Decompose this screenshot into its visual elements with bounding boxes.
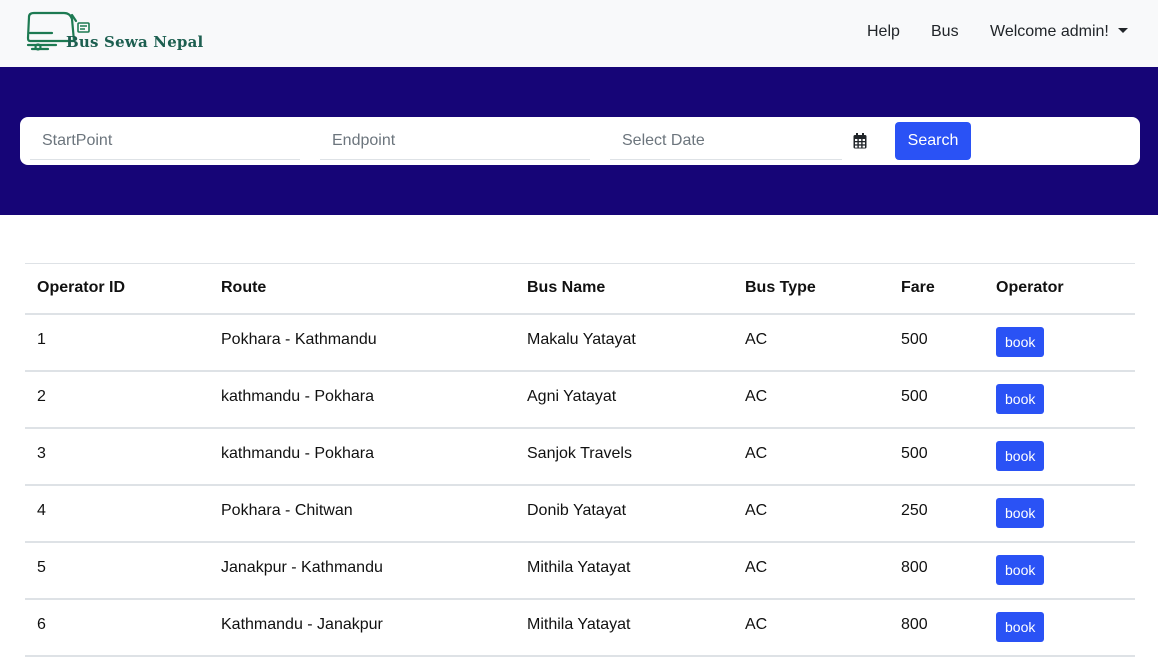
header-bus-name: Bus Name <box>527 279 606 297</box>
cell-bus-type: AC <box>745 558 768 576</box>
header-route: Route <box>221 279 267 297</box>
cell-bus-name: Sanjok Travels <box>527 444 632 462</box>
cell-operator: book <box>984 485 1135 542</box>
nav-link-bus[interactable]: Bus <box>931 22 959 42</box>
cell-id: 6 <box>37 615 46 633</box>
caret-down-icon <box>1117 28 1128 33</box>
calendar-icon[interactable] <box>853 133 867 149</box>
cell-bus-type: AC <box>745 387 768 405</box>
table-row: 3 kathmandu - Pokhara Sanjok Travels AC … <box>25 428 1135 485</box>
start-point-input[interactable] <box>30 122 300 160</box>
cell-fare: 800 <box>901 615 928 633</box>
bus-table: Operator ID Route Bus Name Bus Type Fare… <box>25 263 1135 657</box>
table-row: 5 Janakpur - Kathmandu Mithila Yatayat A… <box>25 542 1135 599</box>
book-button[interactable]: book <box>996 326 1045 357</box>
book-button[interactable]: book <box>996 440 1045 471</box>
table-row: 2 kathmandu - Pokhara Agni Yatayat AC 50… <box>25 371 1135 428</box>
book-button[interactable]: book <box>996 554 1045 585</box>
cell-id: 4 <box>37 501 46 519</box>
cell-route: kathmandu - Pokhara <box>221 444 374 462</box>
cell-id: 5 <box>37 558 46 576</box>
cell-fare: 500 <box>901 330 928 348</box>
end-point-input[interactable] <box>320 122 590 160</box>
cell-operator: book <box>984 599 1135 656</box>
cell-operator: book <box>984 428 1135 485</box>
cell-operator: book <box>984 542 1135 599</box>
cell-operator: book <box>984 371 1135 428</box>
cell-route: Pokhara - Kathmandu <box>221 330 377 348</box>
cell-route: kathmandu - Pokhara <box>221 387 374 405</box>
cell-bus-name: Mithila Yatayat <box>527 558 631 576</box>
header-operator-id: Operator ID <box>37 279 126 297</box>
book-button[interactable]: book <box>996 611 1045 642</box>
cell-bus-name: Donib Yatayat <box>527 501 627 519</box>
cell-fare: 500 <box>901 444 928 462</box>
cell-bus-type: AC <box>745 615 768 633</box>
table-row: 4 Pokhara - Chitwan Donib Yatayat AC 250… <box>25 485 1135 542</box>
cell-fare: 250 <box>901 501 928 519</box>
table-row: 6 Kathmandu - Janakpur Mithila Yatayat A… <box>25 599 1135 656</box>
header-bus-type: Bus Type <box>745 279 816 297</box>
table-header-row: Operator ID Route Bus Name Bus Type Fare… <box>25 263 1135 314</box>
cell-bus-name: Makalu Yatayat <box>527 330 636 348</box>
cell-fare: 500 <box>901 387 928 405</box>
book-button[interactable]: book <box>996 383 1045 414</box>
nav-links: Help Bus Welcome admin! <box>0 22 1158 44</box>
cell-route: Janakpur - Kathmandu <box>221 558 383 576</box>
cell-route: Pokhara - Chitwan <box>221 501 353 519</box>
cell-fare: 800 <box>901 558 928 576</box>
cell-operator: book <box>984 314 1135 371</box>
header-operator: Operator <box>996 279 1064 297</box>
book-button[interactable]: book <box>996 497 1045 528</box>
bus-table-container: Operator ID Route Bus Name Bus Type Fare… <box>25 263 1135 657</box>
cell-bus-type: AC <box>745 501 768 519</box>
search-form: Search <box>20 117 1140 165</box>
cell-id: 1 <box>37 330 46 348</box>
search-button[interactable]: Search <box>895 122 971 160</box>
header-fare: Fare <box>901 279 935 297</box>
cell-route: Kathmandu - Janakpur <box>221 615 383 633</box>
table-row: 1 Pokhara - Kathmandu Makalu Yatayat AC … <box>25 314 1135 371</box>
user-menu-label: Welcome admin! <box>990 23 1109 40</box>
user-menu-dropdown[interactable]: Welcome admin! <box>990 22 1128 42</box>
search-banner: Search <box>0 67 1158 215</box>
cell-bus-type: AC <box>745 330 768 348</box>
nav-link-help[interactable]: Help <box>867 22 900 42</box>
cell-bus-name: Mithila Yatayat <box>527 615 631 633</box>
cell-bus-type: AC <box>745 444 768 462</box>
top-navbar: Bus Sewa Nepal Help Bus Welcome admin! <box>0 0 1158 67</box>
cell-id: 2 <box>37 387 46 405</box>
cell-bus-name: Agni Yatayat <box>527 387 617 405</box>
date-input[interactable] <box>610 122 842 160</box>
cell-id: 3 <box>37 444 46 462</box>
